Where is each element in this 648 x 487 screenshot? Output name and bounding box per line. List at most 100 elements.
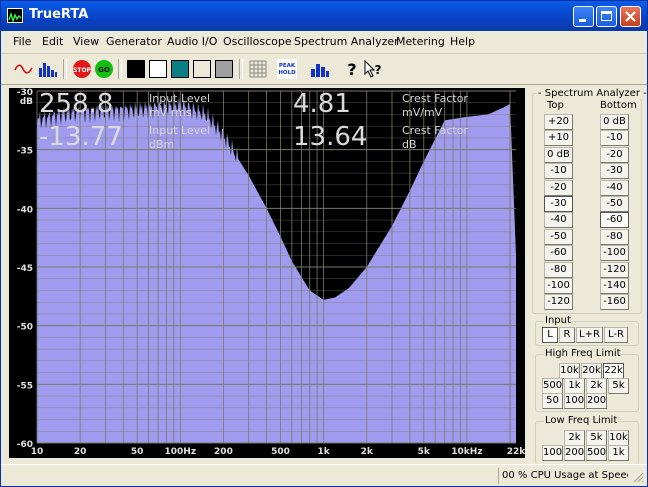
top-level-button[interactable]: -20 [544,179,573,196]
input-channel-button[interactable]: L+R [576,327,603,343]
spectrum-analyzer-panel: - Spectrum Analyzer - Top Bottom Input H… [532,88,647,465]
color-lightgray-swatch[interactable] [192,59,212,79]
x-tick-label: 20 [74,447,87,457]
high-freq-button[interactable]: 200 [586,393,607,409]
bottom-level-button[interactable]: -50 [600,196,629,212]
low-freq-button[interactable]: 100 [542,445,563,461]
high-freq-button[interactable]: 22k [603,363,624,379]
high-freq-button[interactable]: 100 [564,393,585,409]
bottom-level-button[interactable]: 0 dB [600,114,629,130]
average-bars-icon[interactable] [310,59,330,79]
high-freq-label: High Freq Limit [544,348,622,359]
high-freq-button[interactable]: 50 [542,393,563,409]
top-level-button[interactable]: +20 [544,114,573,130]
minimize-button[interactable] [573,6,594,27]
x-tick-label: 5k [418,447,431,457]
low-freq-button[interactable]: 2k [564,430,585,446]
top-level-button[interactable]: -60 [544,245,573,262]
bottom-level-button[interactable]: -40 [600,179,629,196]
high-freq-button[interactable]: 10k [559,363,580,379]
menu-view[interactable]: View [73,35,99,48]
low-freq-button[interactable]: 10k [608,430,629,446]
color-gray-swatch[interactable] [214,59,234,79]
top-level-button[interactable]: -100 [544,278,573,294]
menu-help[interactable]: Help [450,35,475,48]
color-black-swatch[interactable] [126,59,146,79]
grid-icon[interactable] [248,59,268,79]
input-channel-button[interactable]: L-R [604,327,628,343]
top-level-button[interactable]: +10 [544,130,573,147]
bottom-level-button[interactable]: -100 [600,245,629,262]
crest-factor-label1: Crest Factor [402,92,468,105]
bottom-level-button[interactable]: -120 [600,261,629,278]
x-tick-label: 50 [131,447,144,457]
top-level-button[interactable]: -30 [544,196,573,212]
low-freq-button[interactable]: 200 [564,445,585,461]
high-freq-button[interactable]: 1k [564,378,585,394]
resize-grip-icon[interactable] [632,471,644,483]
high-freq-button[interactable]: 500 [542,378,563,394]
menu-audio-io[interactable]: Audio I/O [167,35,217,48]
oscilloscope-wave-icon[interactable] [14,59,34,79]
high-freq-button[interactable]: 5k [608,378,629,394]
input-dbm-label2: dBm [149,138,175,151]
menu-spectrum-analyzer[interactable]: Spectrum Analyzer [294,35,399,48]
stop-label: STOP [73,67,92,74]
y-tick-label: -45 [17,264,33,274]
x-tick-label: 10kHz [451,447,482,457]
menu-generator[interactable]: Generator [106,35,162,48]
toolbar-separator [63,59,67,79]
x-tick-label: 100Hz [165,447,197,457]
spectrum-bars-icon[interactable] [38,59,58,79]
high-freq-button[interactable]: 20k [581,363,602,379]
top-level-button[interactable]: -80 [544,261,573,278]
peak-hold-button[interactable]: PEAK HOLD [277,59,297,79]
go-button[interactable]: GO [94,59,114,79]
input-level-value: 258.8 [39,89,114,119]
menu-file[interactable]: File [13,35,31,48]
bottom-level-button[interactable]: -140 [600,278,629,294]
app-window: TrueRTA File Edit View Generator Audio I… [0,0,648,487]
bottom-level-button[interactable]: -10 [600,130,629,147]
x-tick-label: 2k [361,447,374,457]
input-channel-button[interactable]: L [542,327,558,343]
bottom-level-button[interactable]: -20 [600,146,629,163]
stop-button[interactable]: STOP [72,59,92,79]
color-white-swatch[interactable] [148,59,168,79]
toolbar: STOP GO PEAK HOLD ? ? [1,54,647,85]
context-help-icon[interactable]: ? [363,59,383,79]
x-tick-label: 1k [317,447,330,457]
low-freq-button[interactable]: 5k [586,430,607,446]
x-tick-label: 500 [271,447,290,457]
high-freq-button[interactable]: 2k [586,378,607,394]
bottom-level-button[interactable]: -80 [600,228,629,245]
crest-factor-db-value: 13.64 [293,122,368,152]
help-question-icon[interactable]: ? [342,59,362,79]
spectrum-analyzer-title: - Spectrum Analyzer - [537,88,647,99]
bottom-level-button[interactable]: -160 [600,294,629,311]
top-level-button[interactable]: -120 [544,294,573,311]
peak-hold-line2: HOLD [278,70,296,76]
low-freq-label: Low Freq Limit [544,415,619,426]
close-button[interactable] [620,6,641,27]
input-level-label1: Input Level [149,92,211,105]
maximize-button[interactable] [596,6,617,27]
bottom-level-button[interactable]: -30 [600,163,629,180]
crest-factor-db-label2: dB [402,138,417,151]
bottom-level-button[interactable]: -60 [600,212,629,229]
top-level-button[interactable]: -50 [544,228,573,245]
title-bar[interactable]: TrueRTA [1,1,647,31]
top-level-button[interactable]: -40 [544,212,573,229]
color-teal-swatch[interactable] [170,59,190,79]
low-freq-button[interactable]: 1k [608,445,629,461]
low-freq-button[interactable]: 500 [586,445,607,461]
menu-metering[interactable]: Metering [396,35,445,48]
menu-bar: File Edit View Generator Audio I/O Oscil… [1,31,647,54]
top-level-button[interactable]: 0 dB [544,146,573,163]
top-label: Top [546,100,565,111]
menu-edit[interactable]: Edit [42,35,63,48]
input-channel-button[interactable]: R [559,327,575,343]
top-level-button[interactable]: -10 [544,163,573,180]
spectrum-plot[interactable]: -30 -35 -40 -45 -50 -55 -60 dB 10 20 50 100Hz 200 500… [9,88,526,458]
menu-oscilloscope[interactable]: Oscilloscope [223,35,292,48]
